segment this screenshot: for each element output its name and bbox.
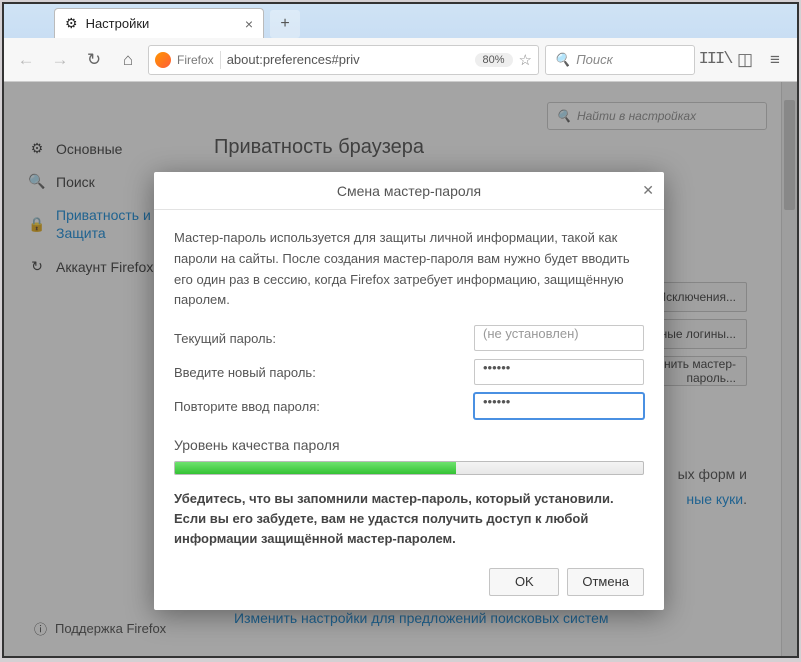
library-button[interactable]: III\ [701, 46, 729, 74]
new-password-input[interactable]: •••••• [474, 359, 644, 385]
home-button[interactable]: ⌂ [114, 46, 142, 74]
url-path: about:preferences#priv [227, 52, 469, 67]
toolbar: ← → ↻ ⌂ Firefox about:preferences#priv 8… [4, 38, 797, 82]
dialog-title: Смена мастер-пароля [337, 183, 481, 199]
ok-button[interactable]: OK [489, 568, 559, 596]
tab-strip: ⚙ Настройки × + [4, 4, 797, 38]
current-password-label: Текущий пароль: [174, 331, 474, 346]
bookmark-star-icon[interactable]: ☆ [519, 51, 532, 69]
password-quality-meter [174, 461, 644, 475]
forward-button[interactable]: → [46, 46, 74, 74]
gear-icon: ⚙ [65, 15, 78, 32]
divider [220, 51, 221, 69]
url-bar[interactable]: Firefox about:preferences#priv 80% ☆ [148, 45, 539, 75]
dialog-warning: Убедитесь, что вы запомнили мастер-парол… [174, 489, 644, 549]
sidebar-toggle-button[interactable]: ◫ [731, 46, 759, 74]
search-bar[interactable]: 🔍 Поиск [545, 45, 695, 75]
firefox-label: Firefox [177, 53, 214, 67]
tab-title: Настройки [86, 16, 150, 31]
search-icon: 🔍 [554, 52, 570, 68]
back-button[interactable]: ← [12, 46, 40, 74]
repeat-password-input[interactable]: •••••• [474, 393, 644, 419]
tab-close-icon[interactable]: × [245, 16, 253, 32]
menu-button[interactable]: ≡ [761, 46, 789, 74]
new-tab-button[interactable]: + [270, 10, 300, 38]
zoom-badge[interactable]: 80% [475, 53, 513, 67]
master-password-dialog: Смена мастер-пароля ✕ Мастер-пароль испо… [154, 172, 664, 610]
new-password-label: Введите новый пароль: [174, 365, 474, 380]
quality-label: Уровень качества пароля [174, 437, 644, 453]
current-password-input[interactable]: (не установлен) [474, 325, 644, 351]
dialog-header: Смена мастер-пароля ✕ [154, 172, 664, 210]
dialog-description: Мастер-пароль используется для защиты ли… [174, 228, 644, 311]
search-placeholder: Поиск [576, 52, 613, 67]
cancel-button[interactable]: Отмена [567, 568, 644, 596]
repeat-password-label: Повторите ввод пароля: [174, 399, 474, 414]
firefox-logo-icon [155, 52, 171, 68]
reload-button[interactable]: ↻ [80, 46, 108, 74]
tab-settings[interactable]: ⚙ Настройки × [54, 8, 264, 38]
dialog-close-button[interactable]: ✕ [642, 182, 654, 199]
password-quality-fill [175, 462, 456, 474]
